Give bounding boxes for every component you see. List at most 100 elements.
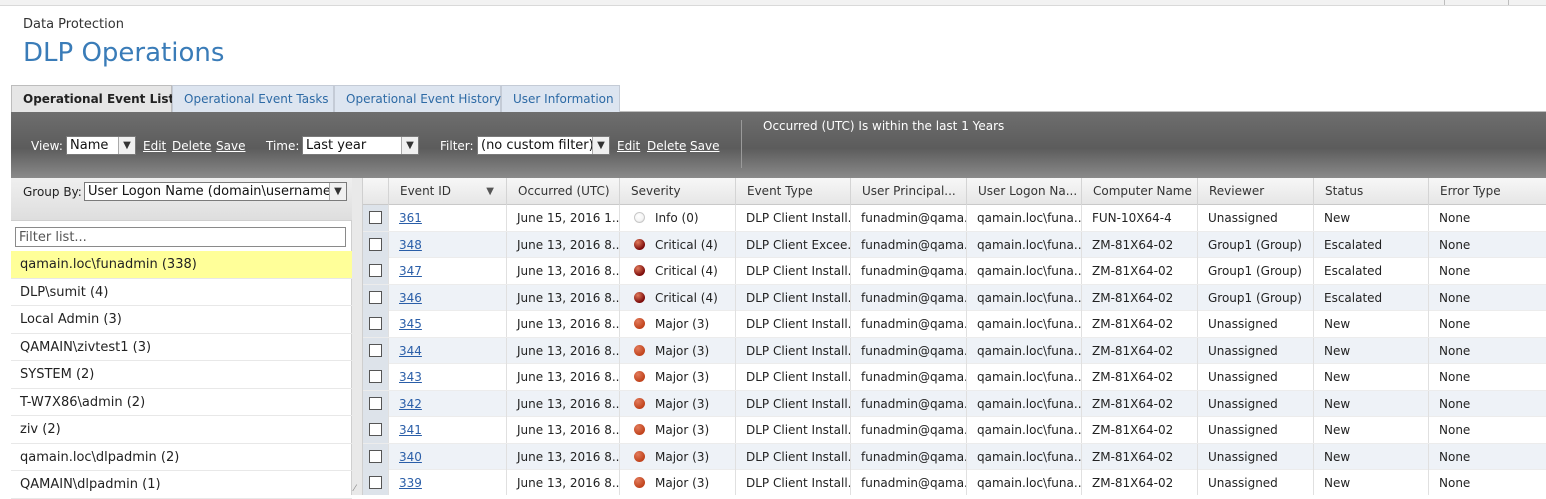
group-by-select[interactable]: User Logon Name (domain\username) ▼ xyxy=(84,182,347,201)
cell-text: DLP Client Install... xyxy=(746,449,850,464)
cell-text: Unassigned xyxy=(1208,343,1278,358)
cell-text: funadmin@qama... xyxy=(861,211,966,225)
group-list-item[interactable]: T-W7X86\admin (2) xyxy=(11,389,352,416)
table-row[interactable]: 340 June 13, 2016 8... Major (3) DLP Client… xyxy=(363,443,1546,470)
column-header-computer-name[interactable]: Computer Name xyxy=(1081,178,1197,205)
event-id-link[interactable]: 348 xyxy=(399,238,422,252)
row-checkbox[interactable] xyxy=(369,396,382,410)
filter-select[interactable]: (no custom filter) ▼ xyxy=(477,136,610,155)
tab-operational-event-list[interactable]: Operational Event List xyxy=(11,85,174,112)
cell-text: ZM-81X64-02 xyxy=(1092,290,1174,305)
filter-edit-link[interactable]: Edit xyxy=(617,139,640,153)
cell-status: New xyxy=(1313,470,1428,495)
column-header-occurred[interactable]: Occurred (UTC) xyxy=(506,178,619,205)
column-header-event-type[interactable]: Event Type xyxy=(735,178,850,205)
cell-user-logon: qamain.loc\funa... xyxy=(966,258,1081,284)
view-save-link[interactable]: Save xyxy=(216,139,245,153)
column-header-severity[interactable]: Severity xyxy=(619,178,735,205)
tab-user-information[interactable]: User Information xyxy=(501,85,620,112)
time-select[interactable]: Last year ▼ xyxy=(302,136,419,155)
row-checkbox[interactable] xyxy=(369,423,382,436)
group-list-item[interactable]: DLP\sumit (4) xyxy=(11,279,352,306)
column-header-event-id[interactable]: Event ID ▼ xyxy=(388,178,506,205)
severity-critical-icon xyxy=(634,265,645,276)
table-row[interactable]: 348 June 13, 2016 8... Critical (4) DLP Cli… xyxy=(363,231,1546,258)
tab-operational-event-history[interactable]: Operational Event History xyxy=(334,85,501,112)
column-header-user-principal[interactable]: User Principal... xyxy=(850,178,966,205)
row-checkbox[interactable] xyxy=(369,370,382,383)
view-edit-link[interactable]: Edit xyxy=(143,139,166,153)
event-id-link[interactable]: 343 xyxy=(399,370,422,384)
row-checkbox[interactable] xyxy=(369,264,382,277)
table-row[interactable]: 342 June 13, 2016 8... Major (3) DLP Client… xyxy=(363,390,1546,417)
cell-error-type: None xyxy=(1428,284,1546,311)
table-row[interactable]: 344 June 13, 2016 8... Major (3) DLP Client… xyxy=(363,337,1546,364)
cell-status: New xyxy=(1313,205,1428,231)
group-list-item[interactable]: Local Admin (3) xyxy=(11,306,352,334)
cell-text: qamain.loc\funa... xyxy=(977,343,1081,358)
event-id-link[interactable]: 342 xyxy=(399,397,422,411)
cell-event-type: DLP Client Install... xyxy=(735,311,850,337)
table-row[interactable]: 343 June 13, 2016 8... Major (3) DLP Client… xyxy=(363,364,1546,391)
cell-occurred: June 13, 2016 8... xyxy=(506,417,619,443)
row-checkbox[interactable] xyxy=(369,290,382,304)
row-select-cell xyxy=(363,205,388,231)
tab-operational-event-tasks[interactable]: Operational Event Tasks xyxy=(172,85,334,112)
sort-descending-icon[interactable]: ▼ xyxy=(486,178,494,205)
row-checkbox[interactable] xyxy=(369,211,382,224)
column-header-label: Event Type xyxy=(747,184,813,198)
filter-delete-link[interactable]: Delete xyxy=(647,139,686,153)
cell-reviewer: Unassigned xyxy=(1197,470,1313,495)
event-grid: Event ID ▼ Occurred (UTC) Severity Event Typ… xyxy=(363,178,1546,495)
cell-text: Escalated xyxy=(1324,237,1383,252)
column-header-status[interactable]: Status xyxy=(1313,178,1428,205)
group-list-item[interactable]: QAMAIN\dlpadmin (1) xyxy=(11,471,352,499)
row-checkbox[interactable] xyxy=(369,476,382,489)
column-header-error-type[interactable]: Error Type xyxy=(1428,178,1546,205)
grid-header: Event ID ▼ Occurred (UTC) Severity Event Typ… xyxy=(363,178,1546,205)
row-checkbox[interactable] xyxy=(369,449,382,463)
event-id-link[interactable]: 345 xyxy=(399,317,422,331)
row-checkbox[interactable] xyxy=(369,343,382,357)
event-id-link[interactable]: 347 xyxy=(399,264,422,278)
group-list-item[interactable]: SYSTEM (2) xyxy=(11,361,352,389)
cell-status: New xyxy=(1313,311,1428,337)
event-id-link[interactable]: 361 xyxy=(399,211,422,225)
row-checkbox[interactable] xyxy=(369,317,382,330)
group-list-item[interactable]: qamain.loc\funadmin (338) xyxy=(11,251,352,279)
cell-event-id: 341 xyxy=(388,417,506,443)
filter-list-input[interactable] xyxy=(15,227,346,247)
table-row[interactable]: 345 June 13, 2016 8... Major (3) DLP Client… xyxy=(363,311,1546,338)
group-list-item[interactable]: qamain.loc\dlpadmin (2) xyxy=(11,444,352,471)
chevron-down-icon[interactable]: ▼ xyxy=(401,137,418,154)
event-id-link[interactable]: 344 xyxy=(399,344,422,358)
view-select[interactable]: Name ▼ xyxy=(66,136,136,155)
table-row[interactable]: 341 June 13, 2016 8... Major (3) DLP Client… xyxy=(363,417,1546,444)
resize-grip-icon[interactable]: ⁄ xyxy=(354,484,356,494)
event-id-link[interactable]: 340 xyxy=(399,450,422,464)
group-list-item[interactable]: ziv (2) xyxy=(11,416,352,444)
panel-splitter[interactable]: ⁄ xyxy=(352,178,363,495)
column-header-user-logon[interactable]: User Logon Na... xyxy=(966,178,1081,205)
table-row[interactable]: 346 June 13, 2016 8... Critical (4) DLP Cli… xyxy=(363,284,1546,311)
row-select-cell xyxy=(363,311,388,337)
group-list-item[interactable]: QAMAIN\zivtest1 (3) xyxy=(11,334,352,361)
chevron-down-icon[interactable]: ▼ xyxy=(592,137,609,154)
event-id-link[interactable]: 341 xyxy=(399,423,422,437)
event-id-link[interactable]: 339 xyxy=(399,476,422,490)
cell-text: funadmin@qama... xyxy=(861,343,966,358)
table-row[interactable]: 347 June 13, 2016 8... Critical (4) DLP Cli… xyxy=(363,258,1546,285)
cell-severity: Critical (4) xyxy=(619,231,735,258)
chevron-down-icon[interactable]: ▼ xyxy=(118,137,135,154)
filter-save-link[interactable]: Save xyxy=(690,139,719,153)
view-delete-link[interactable]: Delete xyxy=(172,139,211,153)
column-header-reviewer[interactable]: Reviewer xyxy=(1197,178,1313,205)
event-id-link[interactable]: 346 xyxy=(399,291,422,305)
select-all-header xyxy=(363,178,388,205)
table-row[interactable]: 361 June 15, 2016 1... Info (0) DLP Client … xyxy=(363,205,1546,232)
table-row[interactable]: 339 June 13, 2016 8... Major (3) DLP Client… xyxy=(363,470,1546,495)
row-checkbox[interactable] xyxy=(369,237,382,251)
cell-text: None xyxy=(1439,449,1471,464)
severity-major-icon xyxy=(634,371,645,382)
chevron-down-icon[interactable]: ▼ xyxy=(329,183,346,200)
